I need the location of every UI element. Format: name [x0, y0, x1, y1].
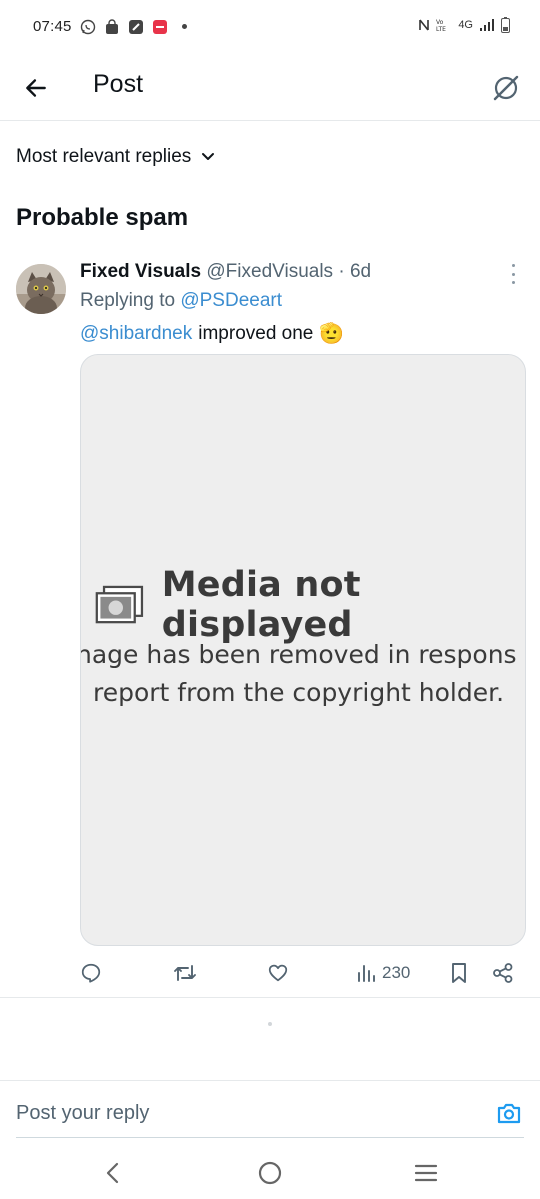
top-app-bar: Post	[0, 56, 540, 120]
image-stack-icon	[95, 585, 144, 624]
replies-sort-dropdown[interactable]: Most relevant replies	[16, 146, 215, 168]
loading-indicator	[268, 1022, 272, 1026]
svg-text:LTE: LTE	[436, 26, 446, 32]
more-dot	[511, 264, 515, 267]
avatar[interactable]	[16, 264, 66, 314]
nfc-icon	[419, 19, 430, 31]
views-count: 230	[382, 963, 411, 982]
heart-icon	[268, 964, 288, 982]
more-notifications-dot	[181, 24, 187, 29]
signal-icon	[480, 19, 494, 31]
post-mention[interactable]: @shibardnek	[80, 323, 192, 345]
avatar-cat-image	[16, 264, 66, 314]
header-divider	[0, 120, 540, 121]
status-time: 07:45	[33, 18, 72, 35]
nav-recents-button[interactable]	[408, 1155, 444, 1191]
reply-divider	[0, 1080, 540, 1081]
camera-button[interactable]	[494, 1098, 524, 1128]
nav-home-button[interactable]	[252, 1155, 288, 1191]
nav-back-button[interactable]	[95, 1155, 131, 1191]
reply-input[interactable]	[16, 1093, 476, 1133]
analytics-icon	[358, 965, 375, 982]
battery-icon	[501, 17, 510, 33]
post-header: Fixed Visuals @FixedVisuals · 6d	[80, 261, 371, 283]
status-bar: 07:45 Vo LTE 4G	[0, 0, 540, 56]
arrow-left-icon	[26, 79, 46, 97]
post-body: improved one	[198, 322, 314, 344]
media-placeholder[interactable]: Media not displayed nage has been remove…	[80, 354, 526, 946]
author-handle[interactable]: @FixedVisuals	[206, 261, 333, 282]
media-title-row: Media not displayed	[95, 565, 525, 645]
home-circle-icon	[258, 1161, 282, 1185]
replying-to-handle[interactable]: @PSDeeart	[180, 290, 282, 311]
grok-button[interactable]	[488, 70, 524, 106]
whatsapp-icon	[80, 19, 95, 34]
replying-to-line: Replying to @PSDeeart	[80, 290, 282, 312]
reply-button[interactable]	[80, 958, 102, 988]
status-right: Vo LTE 4G	[418, 17, 510, 33]
repost-button[interactable]	[173, 958, 197, 988]
more-dot	[511, 272, 515, 276]
svg-text:Vo: Vo	[436, 19, 444, 26]
media-description-line-2: report from the copyright holder.	[93, 678, 505, 707]
replying-prefix: Replying to	[80, 290, 176, 311]
like-button[interactable]	[267, 958, 289, 988]
saluting-face-emoji: 🫡	[319, 323, 345, 345]
share-icon	[493, 963, 513, 983]
page-title: Post	[93, 70, 144, 98]
volte-icon: Vo LTE	[436, 19, 446, 32]
comment-icon	[81, 963, 101, 983]
system-nav-bar	[0, 1145, 540, 1199]
more-options-button[interactable]	[506, 264, 520, 284]
author-name[interactable]: Fixed Visuals	[80, 261, 201, 282]
post-time[interactable]: 6d	[350, 261, 371, 282]
camera-icon	[497, 1103, 521, 1124]
bookmark-button[interactable]	[450, 958, 468, 988]
more-dot	[511, 281, 515, 284]
status-left: 07:45	[33, 18, 187, 35]
network-type: 4G	[458, 19, 473, 31]
repost-icon	[174, 965, 196, 981]
shopping-bag-icon	[105, 18, 118, 34]
notification-app-icon	[152, 19, 167, 34]
share-button[interactable]	[492, 958, 514, 988]
bookmark-icon	[452, 963, 466, 983]
reply-input-underline	[16, 1137, 524, 1138]
section-title: Probable spam	[16, 204, 189, 231]
grok-icon	[493, 75, 519, 101]
app-shortcut-icon	[128, 19, 143, 34]
meta-separator: ·	[338, 261, 345, 282]
chevron-down-icon	[202, 153, 215, 160]
post-text: @shibardnek improved one 🫡	[80, 321, 344, 346]
views-button[interactable]: 230	[356, 958, 410, 988]
media-title: Media not displayed	[161, 565, 361, 645]
reply-post[interactable]: Fixed Visuals @FixedVisuals · 6d Replyin…	[0, 254, 540, 998]
post-actions: 230	[0, 958, 540, 988]
sort-label: Most relevant replies	[16, 146, 192, 167]
media-description-line-1: nage has been removed in respons	[80, 640, 517, 669]
chevron-left-icon	[106, 1162, 119, 1184]
menu-lines-icon	[414, 1164, 438, 1182]
post-divider	[0, 997, 540, 998]
back-button[interactable]	[20, 72, 52, 104]
